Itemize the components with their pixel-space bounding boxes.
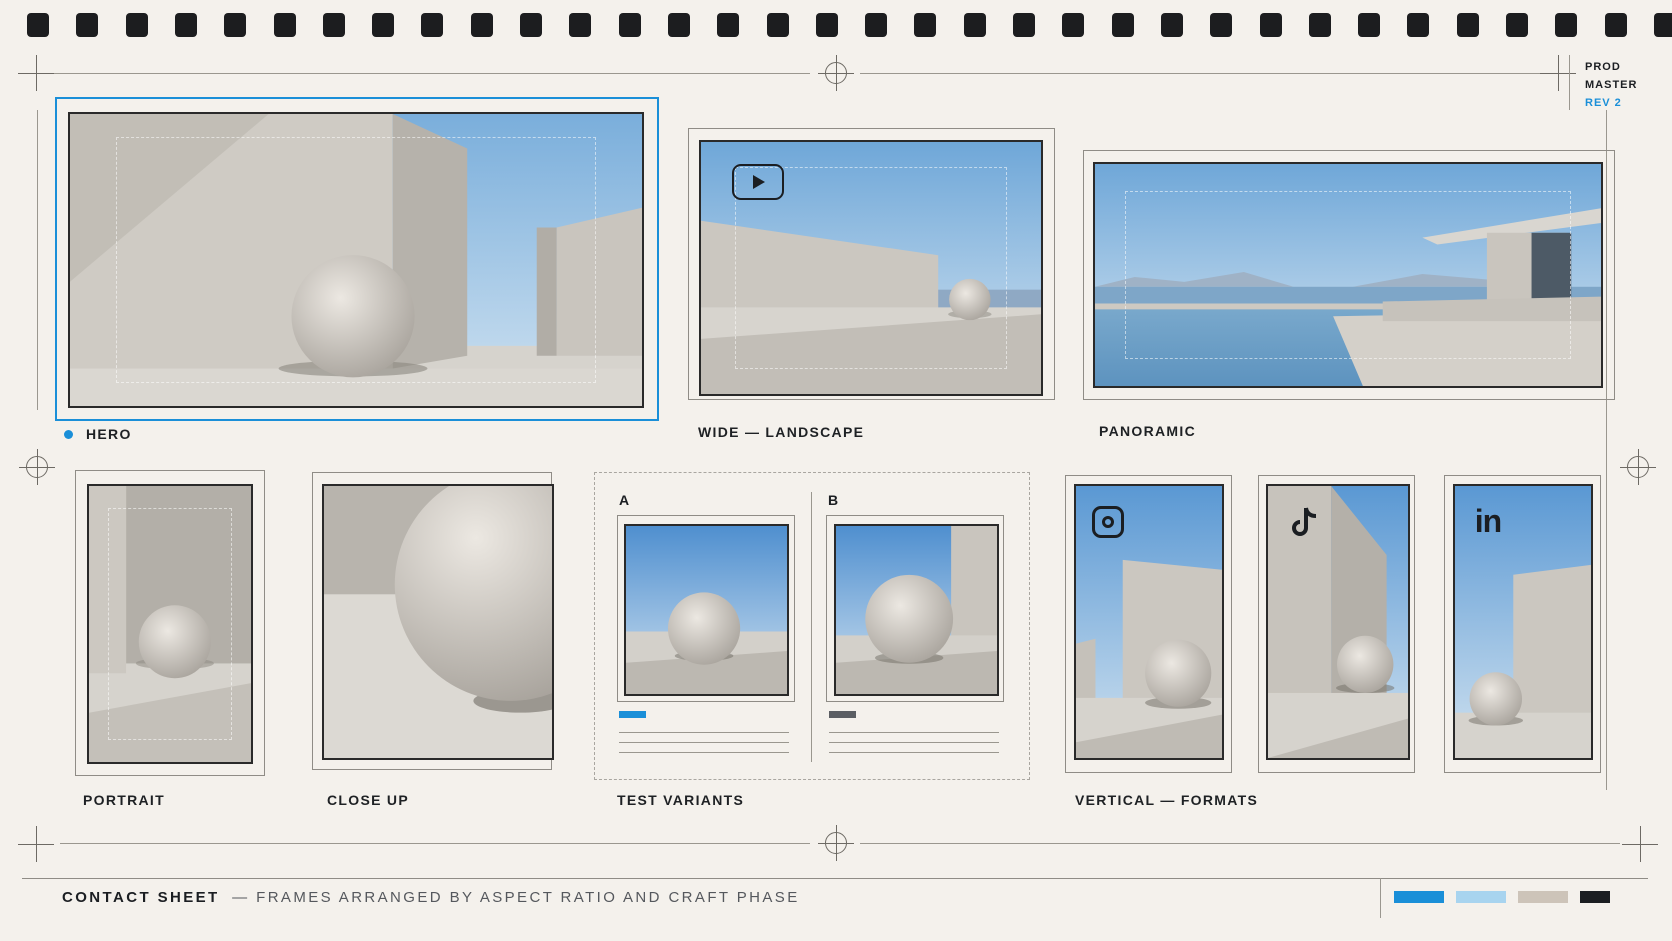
- variant-a-photo: [624, 524, 789, 696]
- revision-guide: [1569, 55, 1570, 110]
- top-rule-right: [860, 73, 1560, 74]
- tiktok-icon: [1290, 506, 1320, 538]
- sprocket-hole: [1456, 13, 1479, 37]
- variant-a-label: A: [619, 492, 630, 508]
- footer-divider: [1380, 878, 1381, 918]
- sprocket-hole: [273, 13, 296, 37]
- sprocket-hole: [1555, 13, 1578, 37]
- sprocket-hole: [963, 13, 986, 37]
- variant-a-tag: [619, 711, 646, 718]
- sprocket-hole: [224, 13, 247, 37]
- instagram-icon: [1092, 506, 1124, 538]
- sprocket-hole: [1604, 13, 1627, 37]
- variant-b-photo: [834, 524, 999, 696]
- sprocket-hole: [76, 13, 99, 37]
- variant-b-tag: [829, 711, 856, 718]
- tiktok-photo: [1266, 484, 1410, 760]
- revision-line-3: REV 2: [1585, 97, 1622, 109]
- panoramic-label: PANORAMIC: [1099, 423, 1196, 439]
- registration-mark-left: [19, 449, 55, 485]
- crop-cross-top-left: [18, 55, 54, 91]
- sprocket-hole: [1308, 13, 1331, 37]
- registration-mark-bottom: [818, 825, 854, 861]
- footer-caption: CONTACT SHEET — FRAMES ARRANGED BY ASPEC…: [62, 889, 800, 906]
- portrait-photo: [87, 484, 253, 764]
- sprocket-hole: [1259, 13, 1282, 37]
- test-variants-label: TEST VARIANTS: [617, 792, 745, 808]
- variant-a-line-3: [619, 752, 789, 753]
- footer-title: CONTACT SHEET: [62, 889, 220, 906]
- top-rule-left: [20, 73, 810, 74]
- play-icon: [732, 164, 784, 200]
- sprocket-hole: [470, 13, 493, 37]
- registration-mark-right: [1620, 449, 1656, 485]
- crop-cross-bottom-left: [18, 826, 54, 862]
- sprocket-hole: [322, 13, 345, 37]
- bottom-rule-left: [60, 843, 810, 844]
- variant-a-line-1: [619, 732, 789, 733]
- linkedin-icon: in: [1474, 502, 1502, 539]
- sprocket-hole: [1013, 13, 1035, 37]
- hero-selected-dot: [64, 430, 73, 439]
- hero-label: HERO: [86, 426, 132, 442]
- swatch-sand: [1518, 891, 1568, 903]
- sprocket-hole: [1653, 13, 1672, 37]
- variant-divider: [811, 492, 812, 762]
- swatch-blue: [1394, 891, 1444, 903]
- sprocket-hole: [1160, 13, 1183, 37]
- hero-photo: [68, 112, 644, 408]
- sprocket-hole: [1506, 13, 1528, 37]
- crop-cross-bottom-right: [1622, 826, 1658, 862]
- footer-rule-top: [22, 878, 1648, 879]
- vertical-formats-label: VERTICAL — FORMATS: [1075, 792, 1259, 808]
- sprocket-hole: [372, 13, 395, 37]
- sprocket-hole: [174, 13, 197, 37]
- variant-b-line-1: [829, 732, 999, 733]
- sprocket-hole: [1358, 13, 1381, 37]
- sprocket-hole: [569, 13, 592, 37]
- bottom-rule-right: [860, 843, 1620, 844]
- registration-mark-top: [818, 55, 854, 91]
- wide-label: WIDE — LANDSCAPE: [698, 424, 865, 440]
- footer-subtitle: — FRAMES ARRANGED BY ASPECT RATIO AND CR…: [232, 889, 800, 906]
- sprocket-hole: [865, 13, 888, 37]
- sprocket-hole: [717, 13, 740, 37]
- revision-line-2: MASTER: [1585, 79, 1638, 91]
- sprocket-hole: [27, 13, 49, 37]
- sprocket-hole: [815, 13, 838, 37]
- swatch-ink: [1580, 891, 1610, 903]
- revision-line-1: PROD: [1585, 61, 1621, 73]
- sprocket-hole: [914, 13, 937, 37]
- sprocket-hole: [1111, 13, 1134, 37]
- left-guide: [37, 110, 38, 410]
- sprocket-hole: [520, 13, 542, 37]
- panoramic-photo: [1093, 162, 1603, 388]
- revision-block: PROD MASTER REV 2: [1585, 58, 1637, 112]
- sprocket-hole: [421, 13, 444, 37]
- variant-b-label: B: [828, 492, 839, 508]
- sprocket-hole: [1210, 13, 1233, 37]
- variant-a-line-2: [619, 742, 789, 743]
- swatch-light-blue: [1456, 891, 1506, 903]
- portrait-label: PORTRAIT: [83, 792, 165, 808]
- close-up-photo: [322, 484, 554, 760]
- sprocket-hole: [1062, 13, 1085, 37]
- sprocket-hole: [125, 13, 148, 37]
- close-up-label: CLOSE UP: [327, 792, 409, 808]
- sprocket-hole: [618, 13, 641, 37]
- variant-b-line-2: [829, 742, 999, 743]
- sprocket-hole: [1407, 13, 1430, 37]
- variant-b-line-3: [829, 752, 999, 753]
- sprocket-hole: [766, 13, 789, 37]
- sprocket-hole: [667, 13, 690, 37]
- crop-cross-top-right: [1540, 55, 1576, 91]
